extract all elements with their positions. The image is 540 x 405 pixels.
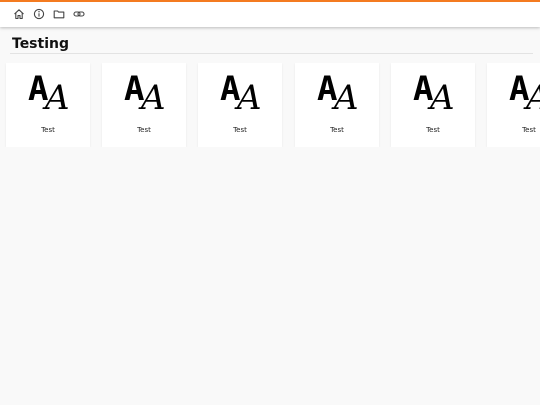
folder-icon[interactable]: [53, 8, 65, 20]
font-preview-icon: A A: [220, 69, 262, 118]
font-card[interactable]: A A Test: [391, 63, 475, 147]
font-card-label: Test: [426, 126, 440, 134]
font-card[interactable]: A A Test: [102, 63, 186, 147]
font-preview-icon: A A: [317, 69, 359, 118]
title-divider: [10, 53, 533, 54]
font-card-label: Test: [330, 126, 344, 134]
top-toolbar: [0, 0, 540, 27]
link-icon[interactable]: [73, 8, 85, 20]
font-card[interactable]: A A Test: [295, 63, 379, 147]
font-preview-icon: A A: [124, 69, 166, 118]
page-title: Testing: [12, 36, 69, 52]
home-icon[interactable]: [13, 8, 25, 20]
font-preview-icon: A A: [28, 69, 70, 118]
font-preview-icon: A A: [413, 69, 455, 118]
font-card-label: Test: [233, 126, 247, 134]
font-card-list: A A Test A A Test A A Test A A Test A A …: [0, 63, 540, 147]
info-icon[interactable]: [33, 8, 45, 20]
font-card[interactable]: A A Test: [198, 63, 282, 147]
font-card-label: Test: [522, 126, 536, 134]
font-card-label: Test: [41, 126, 55, 134]
font-card[interactable]: A A Test: [6, 63, 90, 147]
font-card-label: Test: [137, 126, 151, 134]
font-preview-icon: A A: [509, 69, 540, 115]
font-card[interactable]: A A Test: [487, 63, 540, 147]
